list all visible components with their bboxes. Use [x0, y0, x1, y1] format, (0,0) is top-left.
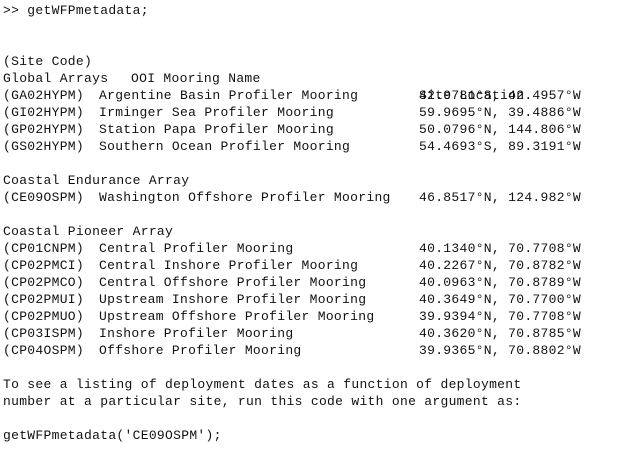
header-site-code: (Site Code)	[3, 54, 93, 69]
site-code: (GS02HYPM)	[3, 139, 85, 154]
table-header: (Site Code) OOI Mooring Name Site Locati…	[3, 36, 627, 103]
group-title: Coastal Endurance Array	[3, 173, 190, 188]
example-command: getWFPmetadata('CE09OSPM');	[3, 428, 222, 443]
site-code: (CP02PMUI)	[3, 292, 85, 307]
help-text-line-2: number at a particular site, run this co…	[3, 394, 522, 409]
site-code: (CP02PMUO)	[3, 309, 85, 324]
mooring-name: Inshore Profiler Mooring	[99, 326, 294, 341]
site-location: 40.0963°N, 70.8789°W	[419, 275, 582, 290]
site-location: 39.9365°N, 70.8802°W	[419, 343, 582, 358]
site-row: (CP02PMCI) Central Inshore Profiler Moori…	[3, 257, 627, 274]
mooring-name: Upstream Inshore Profiler Mooring	[99, 292, 367, 307]
site-groups: Global Arrays (GA02HYPM) Argentine Basin P…	[3, 70, 627, 359]
site-location: 40.3620°N, 70.8785°W	[419, 326, 582, 341]
mooring-name: Offshore Profiler Mooring	[99, 343, 302, 358]
site-row: (GI02HYPM) Irminger Sea Profiler Mooring 5…	[3, 104, 627, 121]
group-title: Global Arrays	[3, 71, 109, 86]
site-code: (CE09OSPM)	[3, 190, 85, 205]
mooring-name: Central Profiler Mooring	[99, 241, 294, 256]
site-row: (GA02HYPM) Argentine Basin Profiler Moori…	[3, 87, 627, 104]
site-location: 54.4693°S, 89.3191°W	[419, 139, 582, 154]
site-code: (CP01CNPM)	[3, 241, 85, 256]
site-row: (CP02PMCO) Central Offshore Profiler Moor…	[3, 274, 627, 291]
site-location: 42.9781°S, 42.4957°W	[419, 88, 582, 103]
command-window-output[interactable]: >> getWFPmetadata; (Site Code) OOI Moori…	[3, 2, 627, 460]
mooring-name: Station Papa Profiler Mooring	[99, 122, 334, 137]
site-code: (CP03ISPM)	[3, 326, 85, 341]
site-location: 50.0796°N, 144.806°W	[419, 122, 582, 137]
site-location: 39.9394°N, 70.7708°W	[419, 309, 582, 324]
mooring-name: Southern Ocean Profiler Mooring	[99, 139, 351, 154]
command-line: >> getWFPmetadata;	[3, 3, 149, 18]
site-row: (CP01CNPM) Central Profiler Mooring 40.134…	[3, 240, 627, 257]
site-location: 40.1340°N, 70.7708°W	[419, 241, 582, 256]
site-code: (CP02PMCO)	[3, 275, 85, 290]
site-row: (CP04OSPM) Offshore Profiler Mooring 39.93…	[3, 342, 627, 359]
site-row: (CE09OSPM) Washington Offshore Profiler M…	[3, 189, 627, 206]
mooring-name: Washington Offshore Profiler Mooring	[99, 190, 391, 205]
mooring-name: Upstream Offshore Profiler Mooring	[99, 309, 375, 324]
mooring-name: Argentine Basin Profiler Mooring	[99, 88, 359, 103]
site-row: (CP02PMUO) Upstream Offshore Profiler Moo…	[3, 308, 627, 325]
site-code: (GA02HYPM)	[3, 88, 85, 103]
site-code: (GI02HYPM)	[3, 105, 85, 120]
site-location: 46.8517°N, 124.982°W	[419, 190, 582, 205]
site-row: (GS02HYPM) Southern Ocean Profiler Moorin…	[3, 138, 627, 155]
site-location: 40.3649°N, 70.7700°W	[419, 292, 582, 307]
site-location: 59.9695°N, 39.4886°W	[419, 105, 582, 120]
site-code: (CP04OSPM)	[3, 343, 85, 358]
group-title: Coastal Pioneer Array	[3, 224, 174, 239]
site-row: (CP02PMUI) Upstream Inshore Profiler Moor…	[3, 291, 627, 308]
site-row: (GP02HYPM) Station Papa Profiler Mooring 5…	[3, 121, 627, 138]
mooring-name: Central Inshore Profiler Mooring	[99, 258, 359, 273]
site-code: (CP02PMCI)	[3, 258, 85, 273]
site-location: 40.2267°N, 70.8782°W	[419, 258, 582, 273]
mooring-name: Central Offshore Profiler Mooring	[99, 275, 367, 290]
site-row: (CP03ISPM) Inshore Profiler Mooring 40.362…	[3, 325, 627, 342]
mooring-name: Irminger Sea Profiler Mooring	[99, 105, 334, 120]
help-text-line-1: To see a listing of deployment dates as …	[3, 377, 522, 392]
site-code: (GP02HYPM)	[3, 122, 85, 137]
